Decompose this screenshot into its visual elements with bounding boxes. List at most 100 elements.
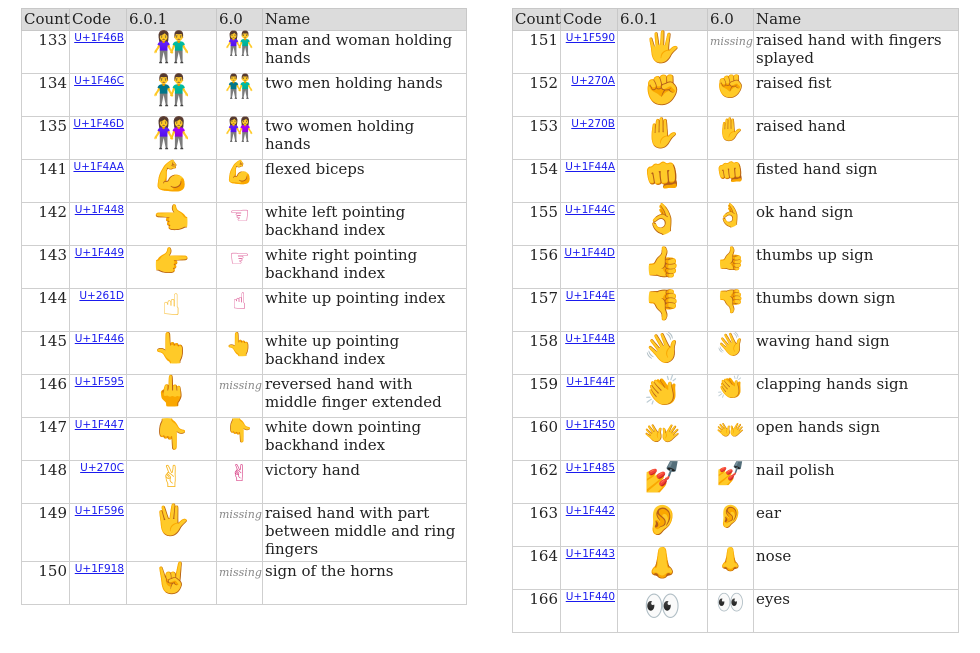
codepoint-link[interactable]: U+1F446 (75, 333, 124, 345)
emoji-60-image: 👍 (716, 246, 745, 272)
codepoint-link[interactable]: U+1F44A (565, 161, 615, 173)
table-row: 147 U+1F447 👇 👇 white down pointing backhand… (21, 417, 467, 461)
table-row: 145 U+1F446 👆 👆 white up pointing backhand i… (21, 331, 467, 375)
emoji-60-image: 👬 (225, 74, 254, 100)
table-row: 162 U+1F485 💅 💅 nail polish (512, 460, 959, 504)
table-row: 155 U+1F44C 👌 👌 ok hand sign (512, 202, 959, 246)
emoji-60-cell: 👬 (216, 73, 263, 117)
codepoint-link[interactable]: U+270C (80, 462, 124, 474)
emoji-60-cell: 👎 (707, 288, 754, 332)
codepoint-link[interactable]: U+1F448 (75, 204, 124, 216)
table-row: 135 U+1F46D 👭 👭 two women holding hands (21, 116, 467, 160)
emoji-60-cell: 💪 (216, 159, 263, 203)
emoji-60-cell: 👇 (216, 417, 263, 461)
emoji-table-left: Count Code 6.0.1 6.0 Name 133 U+1F46B 👫 👫 ma… (21, 8, 467, 605)
codepoint-link[interactable]: U+1F44E (566, 290, 615, 302)
emoji-60-cell: ☞ (216, 245, 263, 289)
code-cell: U+1F485 (560, 460, 618, 504)
header-version-60: 6.0 (707, 8, 754, 31)
codepoint-link[interactable]: U+1F596 (75, 505, 124, 517)
table-row: 150 U+1F918 🤘 missing sign of the horns (21, 561, 467, 605)
codepoint-link[interactable]: U+1F485 (566, 462, 615, 474)
header-version-601: 6.0.1 (617, 8, 708, 31)
count-cell: 141 (21, 159, 70, 203)
name-cell: raised hand with part between middle and… (262, 503, 467, 562)
emoji-601-cell: 👆 (126, 331, 217, 375)
codepoint-link[interactable]: U+1F440 (566, 591, 615, 603)
codepoint-link[interactable]: U+1F918 (75, 563, 124, 575)
code-cell: U+1F4AA (69, 159, 127, 203)
codepoint-link[interactable]: U+1F44B (565, 333, 615, 345)
code-cell: U+270B (560, 116, 618, 160)
emoji-60-cell: ☝ (216, 288, 263, 332)
count-cell: 133 (21, 30, 70, 74)
emoji-601-image: 💪 (152, 159, 191, 194)
table-row: 142 U+1F448 👈 ☜ white left pointing backhand… (21, 202, 467, 246)
code-cell: U+1F590 (560, 30, 618, 74)
emoji-60-cell: missing (216, 374, 263, 418)
emoji-601-image: ✋ (643, 116, 682, 151)
emoji-60-image: 👫 (225, 31, 254, 57)
count-cell: 157 (512, 288, 561, 332)
emoji-601-cell: 👐 (617, 417, 708, 461)
codepoint-link[interactable]: U+1F590 (566, 32, 615, 44)
code-cell: U+1F44D (560, 245, 618, 289)
codepoint-link[interactable]: U+1F449 (75, 247, 124, 259)
codepoint-link[interactable]: U+270A (571, 75, 615, 87)
name-cell: two men holding hands (262, 73, 467, 117)
code-cell: U+1F595 (69, 374, 127, 418)
emoji-60-cell: 👃 (707, 546, 754, 590)
codepoint-link[interactable]: U+1F443 (566, 548, 615, 560)
emoji-601-image: 👏 (643, 374, 682, 409)
emoji-601-image: 👐 (643, 417, 682, 452)
emoji-601-cell: ☝ (126, 288, 217, 332)
table-header-row: Count Code 6.0.1 6.0 Name (512, 8, 959, 31)
count-cell: 148 (21, 460, 70, 504)
codepoint-link[interactable]: U+1F46D (73, 118, 124, 130)
emoji-60-cell: 👀 (707, 589, 754, 633)
header-code: Code (69, 8, 127, 31)
table-header-row: Count Code 6.0.1 6.0 Name (21, 8, 467, 31)
emoji-601-image: 👉 (152, 245, 191, 280)
name-cell: thumbs down sign (753, 288, 959, 332)
codepoint-link[interactable]: U+1F44D (564, 247, 615, 259)
emoji-60-cell: 👭 (216, 116, 263, 160)
emoji-60-image: ✌ (229, 461, 250, 487)
codepoint-link[interactable]: U+270B (571, 118, 615, 130)
count-cell: 143 (21, 245, 70, 289)
emoji-601-image: 👭 (152, 116, 191, 151)
codepoint-link[interactable]: U+1F44C (565, 204, 615, 216)
emoji-60-image: 💪 (225, 160, 254, 186)
emoji-601-cell: 🖕 (126, 374, 217, 418)
emoji-601-image: 👃 (643, 546, 682, 581)
codepoint-link[interactable]: U+1F46C (74, 75, 124, 87)
codepoint-link[interactable]: U+1F450 (566, 419, 615, 431)
emoji-60-image: ☜ (229, 203, 250, 229)
count-cell: 162 (512, 460, 561, 504)
emoji-601-image: ✌ (158, 460, 185, 495)
name-cell: raised hand with fingers splayed (753, 30, 959, 74)
codepoint-link[interactable]: U+1F442 (566, 505, 615, 517)
emoji-601-image: 👍 (643, 245, 682, 280)
codepoint-link[interactable]: U+1F447 (75, 419, 124, 431)
count-cell: 142 (21, 202, 70, 246)
codepoint-link[interactable]: U+1F4AA (73, 161, 124, 173)
missing-label: missing (219, 379, 262, 392)
name-cell: sign of the horns (262, 561, 467, 605)
codepoint-link[interactable]: U+1F46B (74, 32, 124, 44)
code-cell: U+1F442 (560, 503, 618, 547)
emoji-601-cell: ✌ (126, 460, 217, 504)
codepoint-link[interactable]: U+1F44F (566, 376, 615, 388)
table-row: 148 U+270C ✌ ✌ victory hand (21, 460, 467, 504)
emoji-601-cell: 👉 (126, 245, 217, 289)
emoji-601-cell: 👭 (126, 116, 217, 160)
code-cell: U+1F44C (560, 202, 618, 246)
header-name: Name (753, 8, 959, 31)
header-name: Name (262, 8, 467, 31)
table-row: 153 U+270B ✋ ✋ raised hand (512, 116, 959, 160)
emoji-601-cell: ✊ (617, 73, 708, 117)
codepoint-link[interactable]: U+1F595 (75, 376, 124, 388)
table-row: 164 U+1F443 👃 👃 nose (512, 546, 959, 590)
codepoint-link[interactable]: U+261D (79, 290, 124, 302)
name-cell: raised hand (753, 116, 959, 160)
